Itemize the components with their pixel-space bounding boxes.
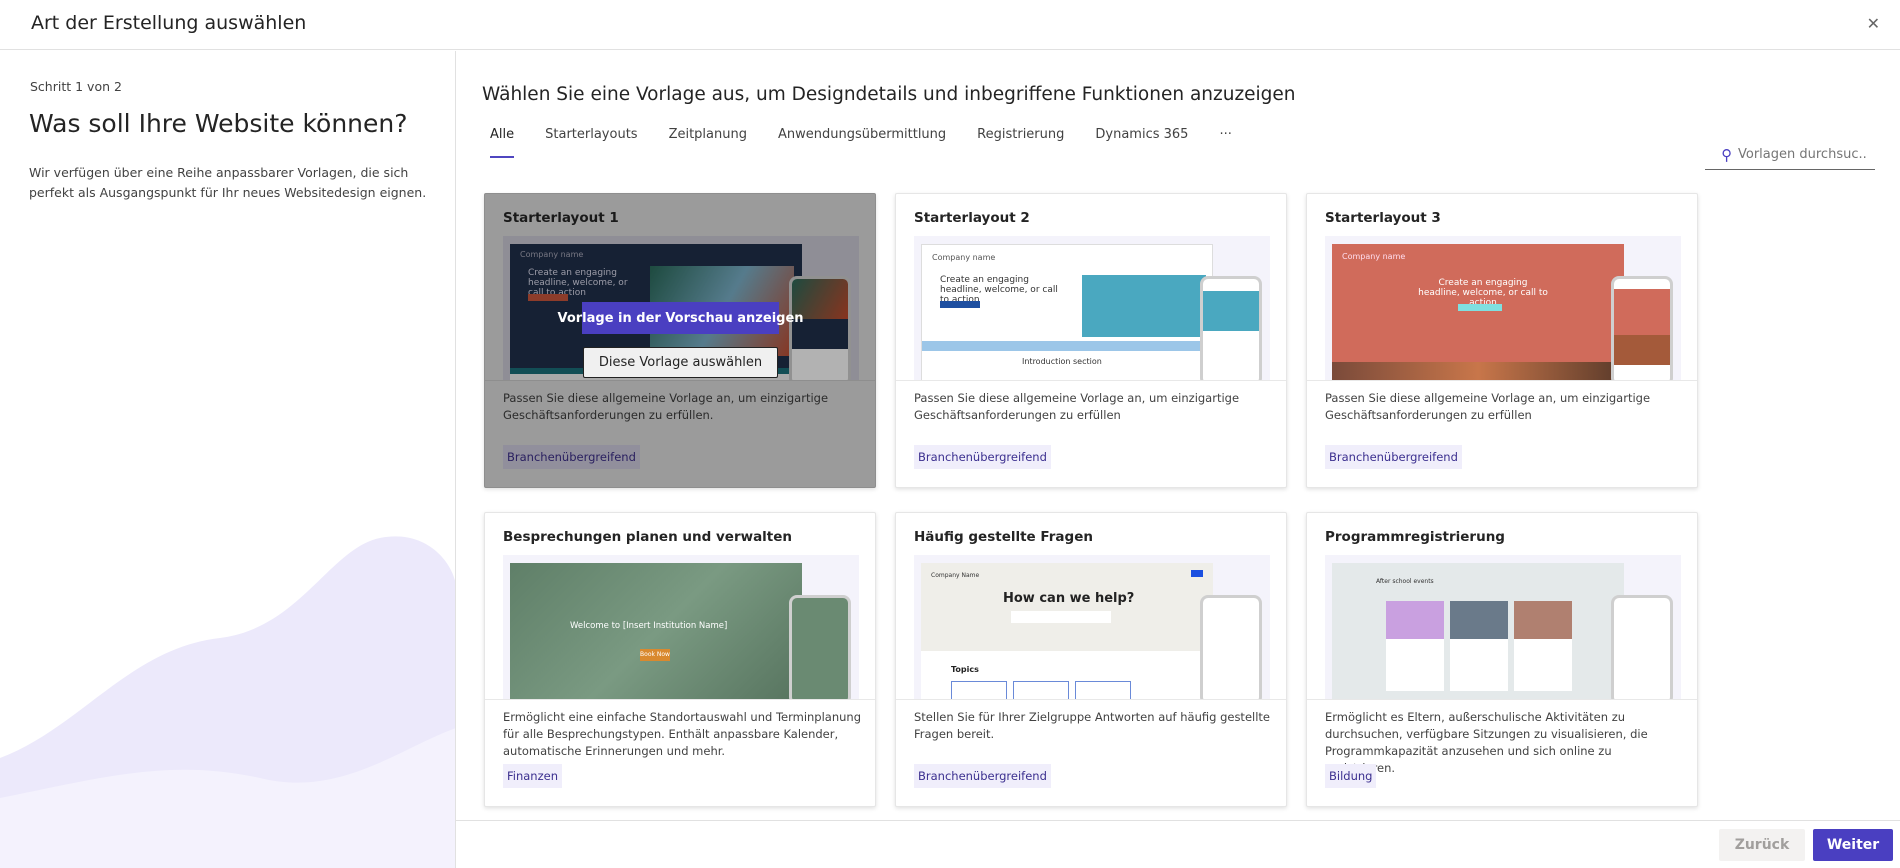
tab-dynamics-365[interactable]: Dynamics 365 <box>1095 127 1188 158</box>
template-card-starterlayout-2[interactable]: Starterlayout 2 Company name Create an e… <box>895 193 1287 488</box>
card-description: Passen Sie diese allgemeine Vorlage an, … <box>914 391 1240 422</box>
decorative-wave <box>0 536 455 868</box>
preview-template-button[interactable]: Vorlage in der Vorschau anzeigen <box>557 302 804 334</box>
left-panel: Schritt 1 von 2 Was soll Ihre Website kö… <box>0 51 456 868</box>
category-tabs: Alle Starterlayouts Zeitplanung Anwendun… <box>490 127 1263 158</box>
tab-anwendungsuebermittlung[interactable]: Anwendungsübermittlung <box>778 127 946 158</box>
left-description: Wir verfügen über eine Reihe anpassbarer… <box>29 165 427 200</box>
template-card-faq[interactable]: Häufig gestellte Fragen Company Name How… <box>895 512 1287 807</box>
search-input[interactable] <box>1738 147 1868 162</box>
template-card-programmregistrierung[interactable]: Programmregistrierung After school event… <box>1306 512 1698 807</box>
main-heading: Wählen Sie eine Vorlage aus, um Designde… <box>482 84 1296 105</box>
dialog-title: Art der Erstellung auswählen <box>31 12 307 34</box>
card-title: Starterlayout 2 <box>914 210 1030 226</box>
dialog-footer <box>456 820 1900 868</box>
card-preview: Company name Create an engaging headline… <box>1325 236 1681 380</box>
tab-zeitplanung[interactable]: Zeitplanung <box>669 127 747 158</box>
template-search[interactable]: ⚲ <box>1705 140 1875 170</box>
card-title: Starterlayout 1 <box>503 210 619 226</box>
card-preview: Company name Create an engaging headline… <box>914 236 1270 380</box>
card-tag: Finanzen <box>503 764 562 788</box>
card-title: Starterlayout 3 <box>1325 210 1441 226</box>
tab-alle[interactable]: Alle <box>490 127 515 158</box>
card-tag: Branchenübergreifend <box>503 445 640 469</box>
left-heading: Was soll Ihre Website können? <box>29 109 408 138</box>
card-title: Programmregistrierung <box>1325 529 1505 545</box>
tab-starterlayouts[interactable]: Starterlayouts <box>545 127 637 158</box>
template-card-starterlayout-1[interactable]: Starterlayout 1 Company name Create an e… <box>484 193 876 488</box>
tab-more[interactable]: ··· <box>1219 127 1231 158</box>
search-icon: ⚲ <box>1721 145 1732 164</box>
card-title: Häufig gestellte Fragen <box>914 529 1093 545</box>
card-description: Passen Sie diese allgemeine Vorlage an, … <box>1325 391 1651 422</box>
select-template-button[interactable]: Diese Vorlage auswählen <box>583 347 778 378</box>
card-description: Ermöglicht es Eltern, außerschulische Ak… <box>1325 710 1648 775</box>
template-card-starterlayout-3[interactable]: Starterlayout 3 Company name Create an e… <box>1306 193 1698 488</box>
template-card-besprechungen[interactable]: Besprechungen planen und verwalten Welco… <box>484 512 876 807</box>
card-tag: Branchenübergreifend <box>914 445 1051 469</box>
card-preview: Company Name How can we help? Topics <box>914 555 1270 699</box>
close-icon[interactable]: ✕ <box>1867 14 1880 33</box>
card-preview: Welcome to [Insert Institution Name] Boo… <box>503 555 859 699</box>
dialog-header: Art der Erstellung auswählen ✕ <box>0 0 1900 50</box>
card-tag: Bildung <box>1325 764 1377 788</box>
card-description: Stellen Sie für Ihrer Zielgruppe Antwort… <box>914 710 1270 741</box>
card-description: Ermöglicht eine einfache Standortauswahl… <box>503 710 862 758</box>
card-tag: Branchenübergreifend <box>1325 445 1462 469</box>
card-title: Besprechungen planen und verwalten <box>503 529 793 545</box>
step-indicator: Schritt 1 von 2 <box>30 79 122 94</box>
card-description: Passen Sie diese allgemeine Vorlage an, … <box>503 391 829 422</box>
card-tag: Branchenübergreifend <box>914 764 1051 788</box>
back-button[interactable]: Zurück <box>1719 829 1805 861</box>
next-button[interactable]: Weiter <box>1813 829 1893 861</box>
tab-registrierung[interactable]: Registrierung <box>977 127 1064 158</box>
card-preview: After school events <box>1325 555 1681 699</box>
